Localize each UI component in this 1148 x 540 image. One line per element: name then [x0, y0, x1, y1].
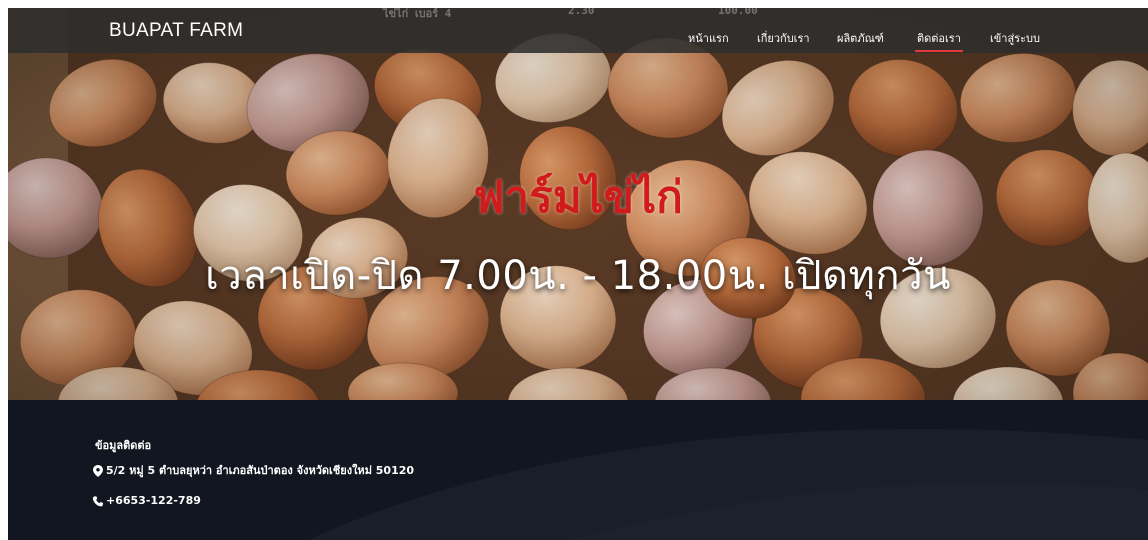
contact-footer: ข้อมูลติดต่อ 5/2 หมู่ 5 ตำบลยุหว่า อำเภอ…	[8, 400, 1148, 540]
phone-icon	[92, 495, 104, 506]
phone-text: +6653-122-789	[106, 494, 201, 507]
ghost-qty-text: 2.30	[568, 8, 595, 17]
nav-about[interactable]: เกี่ยวกับเรา	[757, 30, 810, 48]
nav-products[interactable]: ผลิตภัณฑ์	[837, 30, 884, 48]
page: ฟาร์มไข่ไก่ เวลาเปิด-ปิด 7.00น. - 18.00น…	[8, 8, 1148, 540]
ghost-price-text: 100.00	[718, 8, 758, 17]
ghost-table-row: ไข่ไก่ เบอร์ 4 2.30 100.00	[8, 8, 1148, 20]
nav-contact[interactable]: ติดต่อเรา	[915, 30, 963, 52]
phone-line: +6653-122-789	[92, 493, 201, 509]
map-marker-icon	[93, 465, 103, 477]
opening-hours-text: เวลาเปิด-ปิด 7.00น. - 18.00น. เปิดทุกวัน	[205, 253, 951, 299]
nav-login[interactable]: เข้าสู่ระบบ	[990, 30, 1040, 48]
nav-home[interactable]: หน้าแรก	[688, 30, 729, 48]
ghost-item-text: ไข่ไก่ เบอร์ 4	[383, 8, 452, 20]
hero-banner: ฟาร์มไข่ไก่ เวลาเปิด-ปิด 7.00น. - 18.00น…	[8, 8, 1148, 400]
address-line: 5/2 หมู่ 5 ตำบลยุหว่า อำเภอสันป่าตอง จัง…	[92, 463, 414, 479]
contact-heading: ข้อมูลติดต่อ	[95, 439, 152, 452]
main-nav: หน้าแรก เกี่ยวกับเรา ผลิตภัณฑ์ ติดต่อเรา…	[8, 30, 1148, 52]
hero-title: ฟาร์มไข่ไก่	[473, 172, 683, 223]
address-text: 5/2 หมู่ 5 ตำบลยุหว่า อำเภอสันป่าตอง จัง…	[106, 464, 415, 477]
top-navbar: ไข่ไก่ เบอร์ 4 2.30 100.00 BUAPAT FARM ห…	[8, 8, 1148, 53]
